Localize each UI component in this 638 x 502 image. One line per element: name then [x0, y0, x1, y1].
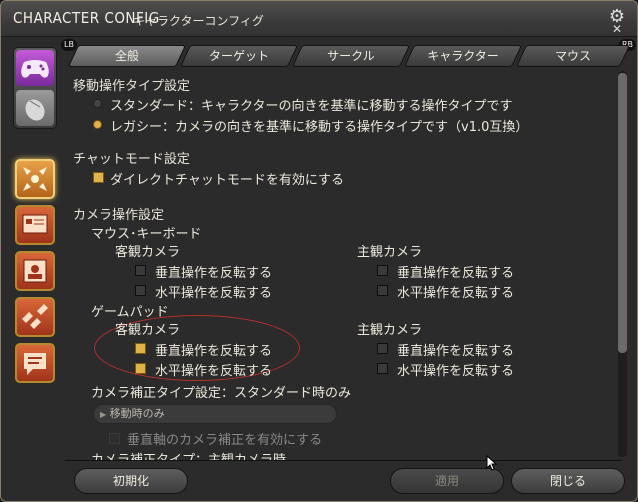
movement-legacy-label: レガシー：カメラの向きを基準に移動する操作タイプです（v1.0互換） — [110, 120, 529, 135]
tab-character[interactable]: キャラクター — [403, 45, 523, 67]
movement-legacy-radio[interactable] — [93, 120, 102, 129]
tab-mouse[interactable]: マウス — [515, 45, 631, 67]
movement-standard-radio[interactable] — [93, 99, 102, 108]
gp-first-invert-vertical-checkbox[interactable] — [377, 343, 388, 354]
movement-standard-label: スタンダード：キャラクターの向きを基準に移動する操作タイプです — [110, 99, 513, 114]
character-settings-icon[interactable] — [15, 251, 55, 291]
title-bar[interactable]: CHARACTER CONFIG キャラクターコンフィグ ⚙ ✕ — [1, 1, 637, 37]
mk-first-invert-vertical-checkbox[interactable] — [377, 265, 388, 276]
tab-general-label: 全般 — [114, 49, 139, 63]
mk-third-invert-horizontal-checkbox[interactable] — [135, 285, 146, 296]
movement-type-header: 移動操作タイプ設定 — [73, 79, 191, 94]
apply-button[interactable]: 適用 — [390, 468, 504, 494]
camera-settings-header: カメラ操作設定 — [73, 208, 165, 223]
footer-divider — [65, 460, 621, 461]
direct-chat-label: ダイレクトチャットモードを有効にする — [110, 173, 345, 188]
mk-third-person-header: 客観カメラ — [115, 245, 181, 260]
camera-correction-dropdown-value: 移動時のみ — [109, 407, 165, 420]
party-settings-icon[interactable] — [15, 297, 55, 337]
camera-correction-standard-header: カメラ補正タイプ設定：スタンダード時のみ — [91, 386, 352, 401]
gp-third-invert-horizontal-label: 水平操作を反転する — [155, 364, 273, 379]
mk-third-invert-vertical-checkbox[interactable] — [135, 265, 146, 276]
tab-general[interactable]: 全般 — [67, 45, 187, 67]
gp-third-invert-vertical-checkbox[interactable] — [135, 343, 146, 354]
mouse-icon — [16, 90, 54, 126]
close-button[interactable]: 閉じる — [511, 468, 625, 494]
character-config-window: CHARACTER CONFIG キャラクターコンフィグ ⚙ ✕ LB RB 全… — [0, 0, 638, 502]
tab-character-label: キャラクター — [427, 49, 499, 63]
scrollbar-thumb[interactable] — [618, 73, 627, 353]
tab-circle[interactable]: サークル — [291, 45, 411, 67]
reset-button[interactable]: 初期化 — [74, 468, 188, 494]
tab-mouse-label: マウス — [554, 49, 591, 63]
mouse-keyboard-header: マウス･キーボード — [91, 227, 202, 242]
gp-third-invert-horizontal-checkbox[interactable] — [135, 363, 146, 374]
mk-first-invert-horizontal-checkbox[interactable] — [377, 285, 388, 296]
sidebar — [9, 43, 61, 493]
general-settings-icon[interactable] — [15, 159, 55, 199]
hud-settings-icon[interactable] — [15, 205, 55, 245]
gp-first-invert-horizontal-label: 水平操作を反転する — [397, 364, 515, 379]
gp-first-invert-horizontal-checkbox[interactable] — [377, 363, 388, 374]
tab-target-label: ターゲット — [208, 49, 269, 63]
mk-first-person-header: 主観カメラ — [357, 245, 423, 260]
gp-first-person-header: 主観カメラ — [357, 323, 423, 338]
close-icon[interactable]: ✕ — [612, 23, 626, 35]
camera-correction-dropdown[interactable]: ▶ 移動時のみ — [93, 404, 337, 424]
chat-settings-icon[interactable] — [15, 343, 55, 383]
tab-bar: 全般 ターゲット サークル キャラクター マウス — [67, 45, 631, 67]
mk-first-invert-horizontal-label: 水平操作を反転する — [397, 286, 515, 301]
gp-third-person-header: 客観カメラ — [115, 323, 181, 338]
mk-third-invert-vertical-label: 垂直操作を反転する — [155, 266, 273, 281]
gp-first-invert-vertical-label: 垂直操作を反転する — [397, 344, 515, 359]
dropdown-arrow-icon: ▶ — [100, 410, 107, 419]
scrollbar[interactable] — [618, 71, 627, 457]
mk-first-invert-vertical-label: 垂直操作を反転する — [397, 266, 515, 281]
input-mode-toggle[interactable] — [13, 47, 57, 129]
vertical-camera-correction-label: 垂直軸のカメラ補正を有効にする — [127, 433, 323, 448]
mouse-cursor-icon — [486, 455, 498, 471]
window-subtitle: キャラクターコンフィグ — [133, 14, 264, 28]
settings-panel: 移動操作タイプ設定 スタンダード：キャラクターの向きを基準に移動する操作タイプで… — [63, 69, 621, 461]
tab-target[interactable]: ターゲット — [179, 45, 299, 67]
vertical-camera-correction-checkbox[interactable] — [109, 433, 120, 444]
gp-third-invert-vertical-label: 垂直操作を反転する — [155, 344, 273, 359]
chat-mode-header: チャットモード設定 — [73, 152, 190, 167]
gamepad-icon — [16, 50, 54, 86]
direct-chat-checkbox[interactable] — [93, 172, 104, 183]
tab-circle-label: サークル — [327, 49, 375, 63]
mk-third-invert-horizontal-label: 水平操作を反転する — [155, 286, 273, 301]
